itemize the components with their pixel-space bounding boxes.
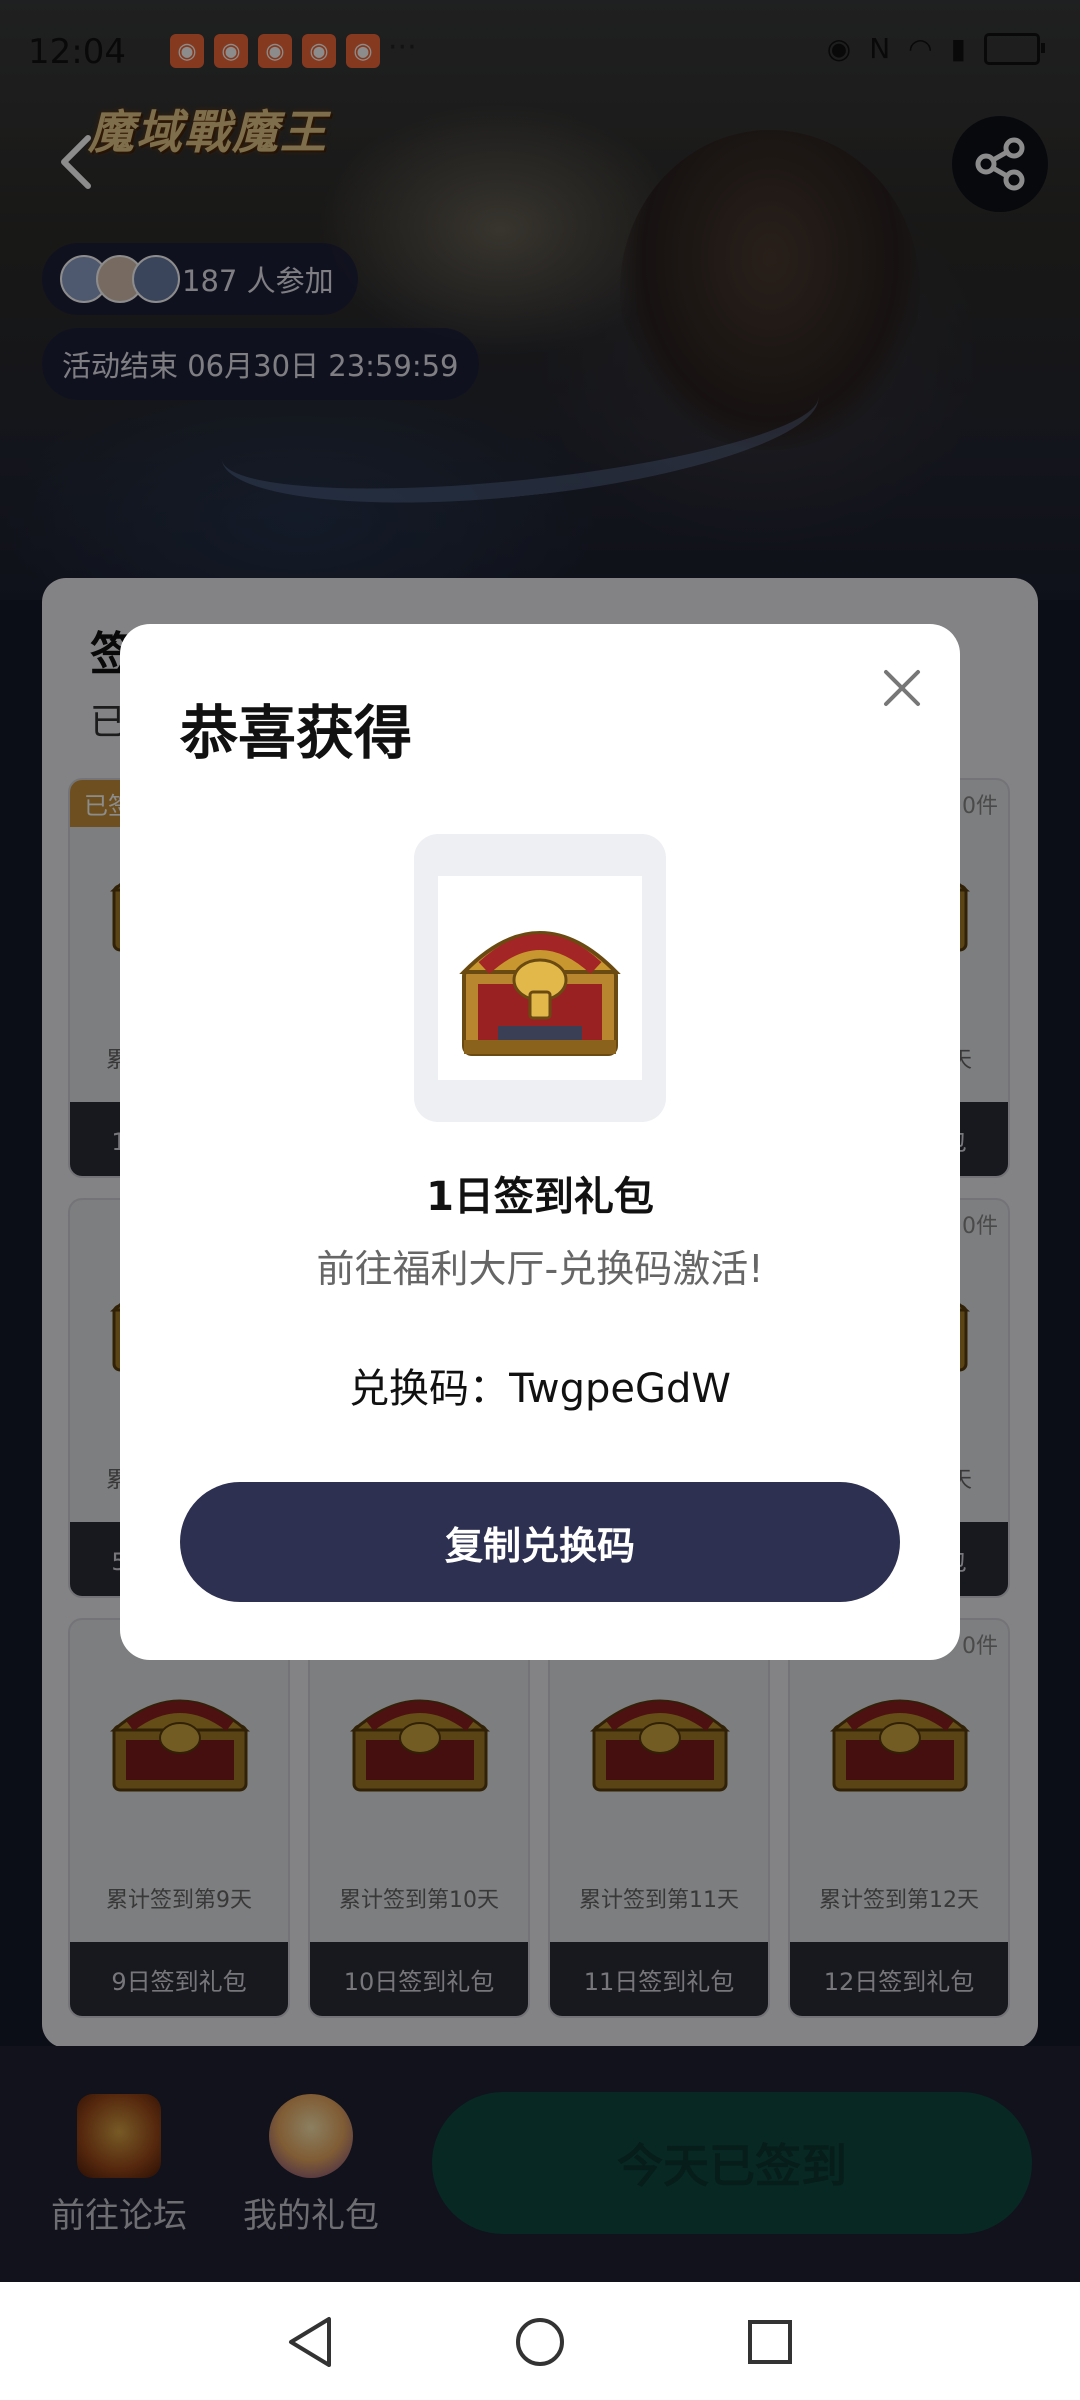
system-nav-bar (0, 2282, 1080, 2400)
circle-home-icon (516, 2318, 564, 2366)
nav-recents-button[interactable] (740, 2312, 800, 2372)
redeem-code-value: TwgpeGdW (509, 1366, 731, 1412)
nav-home-button[interactable] (510, 2312, 570, 2372)
prize-name: 1日签到礼包 (426, 1174, 654, 1220)
copy-code-button[interactable]: 复制兑换码 (180, 1482, 900, 1602)
modal-title: 恭喜获得 (180, 699, 413, 767)
prize-frame (414, 834, 666, 1122)
prize-image (438, 876, 642, 1080)
prize-hint: 前往福利大厅-兑换码激活! (316, 1247, 764, 1291)
close-icon (884, 670, 920, 706)
treasure-chest-icon (459, 931, 621, 1056)
reward-modal: 恭喜获得 1日签到礼包 前往福利大厅-兑换码激活! 兑换码：TwgpeGdW 复… (120, 624, 960, 1660)
triangle-back-icon (289, 2317, 331, 2367)
redeem-code-line: 兑换码：TwgpeGdW (120, 1356, 960, 1414)
close-button[interactable] (872, 658, 932, 718)
square-recents-icon (748, 2320, 792, 2364)
nav-back-button[interactable] (280, 2312, 340, 2372)
redeem-code-label: 兑换码： (349, 1366, 510, 1412)
